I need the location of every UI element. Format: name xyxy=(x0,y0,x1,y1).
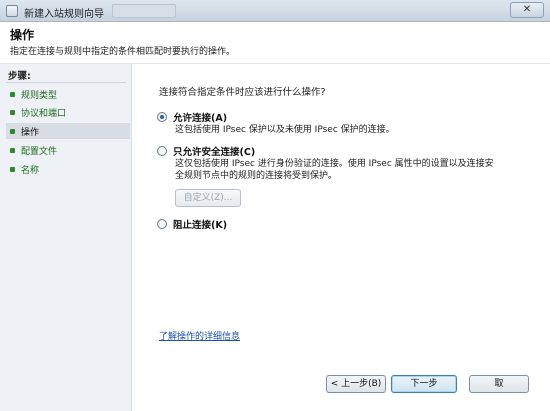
close-button[interactable]: ✕ xyxy=(510,2,544,18)
page-title: 操作 xyxy=(10,28,35,42)
step-bullet-icon xyxy=(10,166,15,172)
option-label: 允许连接(A) xyxy=(173,113,228,124)
cancel-button[interactable]: 取 xyxy=(469,375,529,393)
step-label: 配置文件 xyxy=(21,146,58,157)
title-bar: 新建入站规则向导 ✕ xyxy=(0,0,550,22)
step-bullet-icon xyxy=(10,109,15,115)
step-label: 名称 xyxy=(21,165,40,176)
learn-more-link[interactable]: 了解操作的详细信息 xyxy=(159,329,240,342)
step-name[interactable]: 名称 xyxy=(6,161,130,177)
option-label: 只允许安全连接(C) xyxy=(173,147,256,158)
option-secure-description: 这仅包括使用 IPsec 进行身份验证的连接。使用 IPsec 属性中的设置以及… xyxy=(175,158,494,182)
step-action[interactable]: 操作 xyxy=(6,123,130,139)
step-profile[interactable]: 配置文件 xyxy=(6,142,130,158)
steps-heading: 步骤: xyxy=(8,71,31,82)
description-line: 全规则节点中的规则的连接将受到保护。 xyxy=(175,171,338,181)
step-bullet-icon xyxy=(10,147,15,153)
step-label: 规则类型 xyxy=(21,90,58,101)
option-allow-description: 这包括使用 IPsec 保护以及未使用 IPsec 保护的连接。 xyxy=(175,124,395,136)
step-bullet-icon xyxy=(10,128,15,134)
steps-divider xyxy=(6,82,126,83)
option-allow-secure-connection[interactable]: 只允许安全连接(C) xyxy=(157,144,255,158)
radio-allow-secure-connection[interactable] xyxy=(157,146,167,156)
step-label: 操作 xyxy=(21,127,40,138)
step-rule-type[interactable]: 规则类型 xyxy=(6,86,130,102)
radio-block-connection[interactable] xyxy=(157,219,167,229)
background-window-tab xyxy=(112,4,176,18)
step-bullet-icon xyxy=(10,91,15,97)
window-title: 新建入站规则向导 xyxy=(24,9,104,20)
action-question: 连接符合指定条件时应该进行什么操作? xyxy=(159,87,326,98)
step-label: 协议和端口 xyxy=(21,108,67,119)
description-line: 这仅包括使用 IPsec 进行身份验证的连接。使用 IPsec 属性中的设置以及… xyxy=(175,159,494,169)
step-protocol-port[interactable]: 协议和端口 xyxy=(6,104,130,120)
back-button[interactable]: < 上一步(B) xyxy=(326,375,386,393)
steps-pane: 步骤: 规则类型 协议和端口 操作 配置文件 名称 xyxy=(0,64,132,411)
option-block-connection[interactable]: 阻止连接(K) xyxy=(157,217,227,231)
wizard-header: 操作 指定在连接与规则中指定的条件相匹配时要执行的操作。 xyxy=(0,22,550,64)
description-line: 这包括使用 IPsec 保护以及未使用 IPsec 保护的连接。 xyxy=(175,125,395,135)
option-label: 阻止连接(K) xyxy=(173,220,228,231)
customize-button[interactable]: 自定义(Z)... xyxy=(175,189,241,207)
main-content: 连接符合指定条件时应该进行什么操作? 允许连接(A) 这包括使用 IPsec 保… xyxy=(133,64,550,411)
radio-allow-connection[interactable] xyxy=(157,112,167,122)
option-allow-connection[interactable]: 允许连接(A) xyxy=(157,110,227,124)
firewall-app-icon xyxy=(6,5,18,17)
next-button[interactable]: 下一步 xyxy=(391,375,457,393)
page-subtitle: 指定在连接与规则中指定的条件相匹配时要执行的操作。 xyxy=(10,47,236,57)
